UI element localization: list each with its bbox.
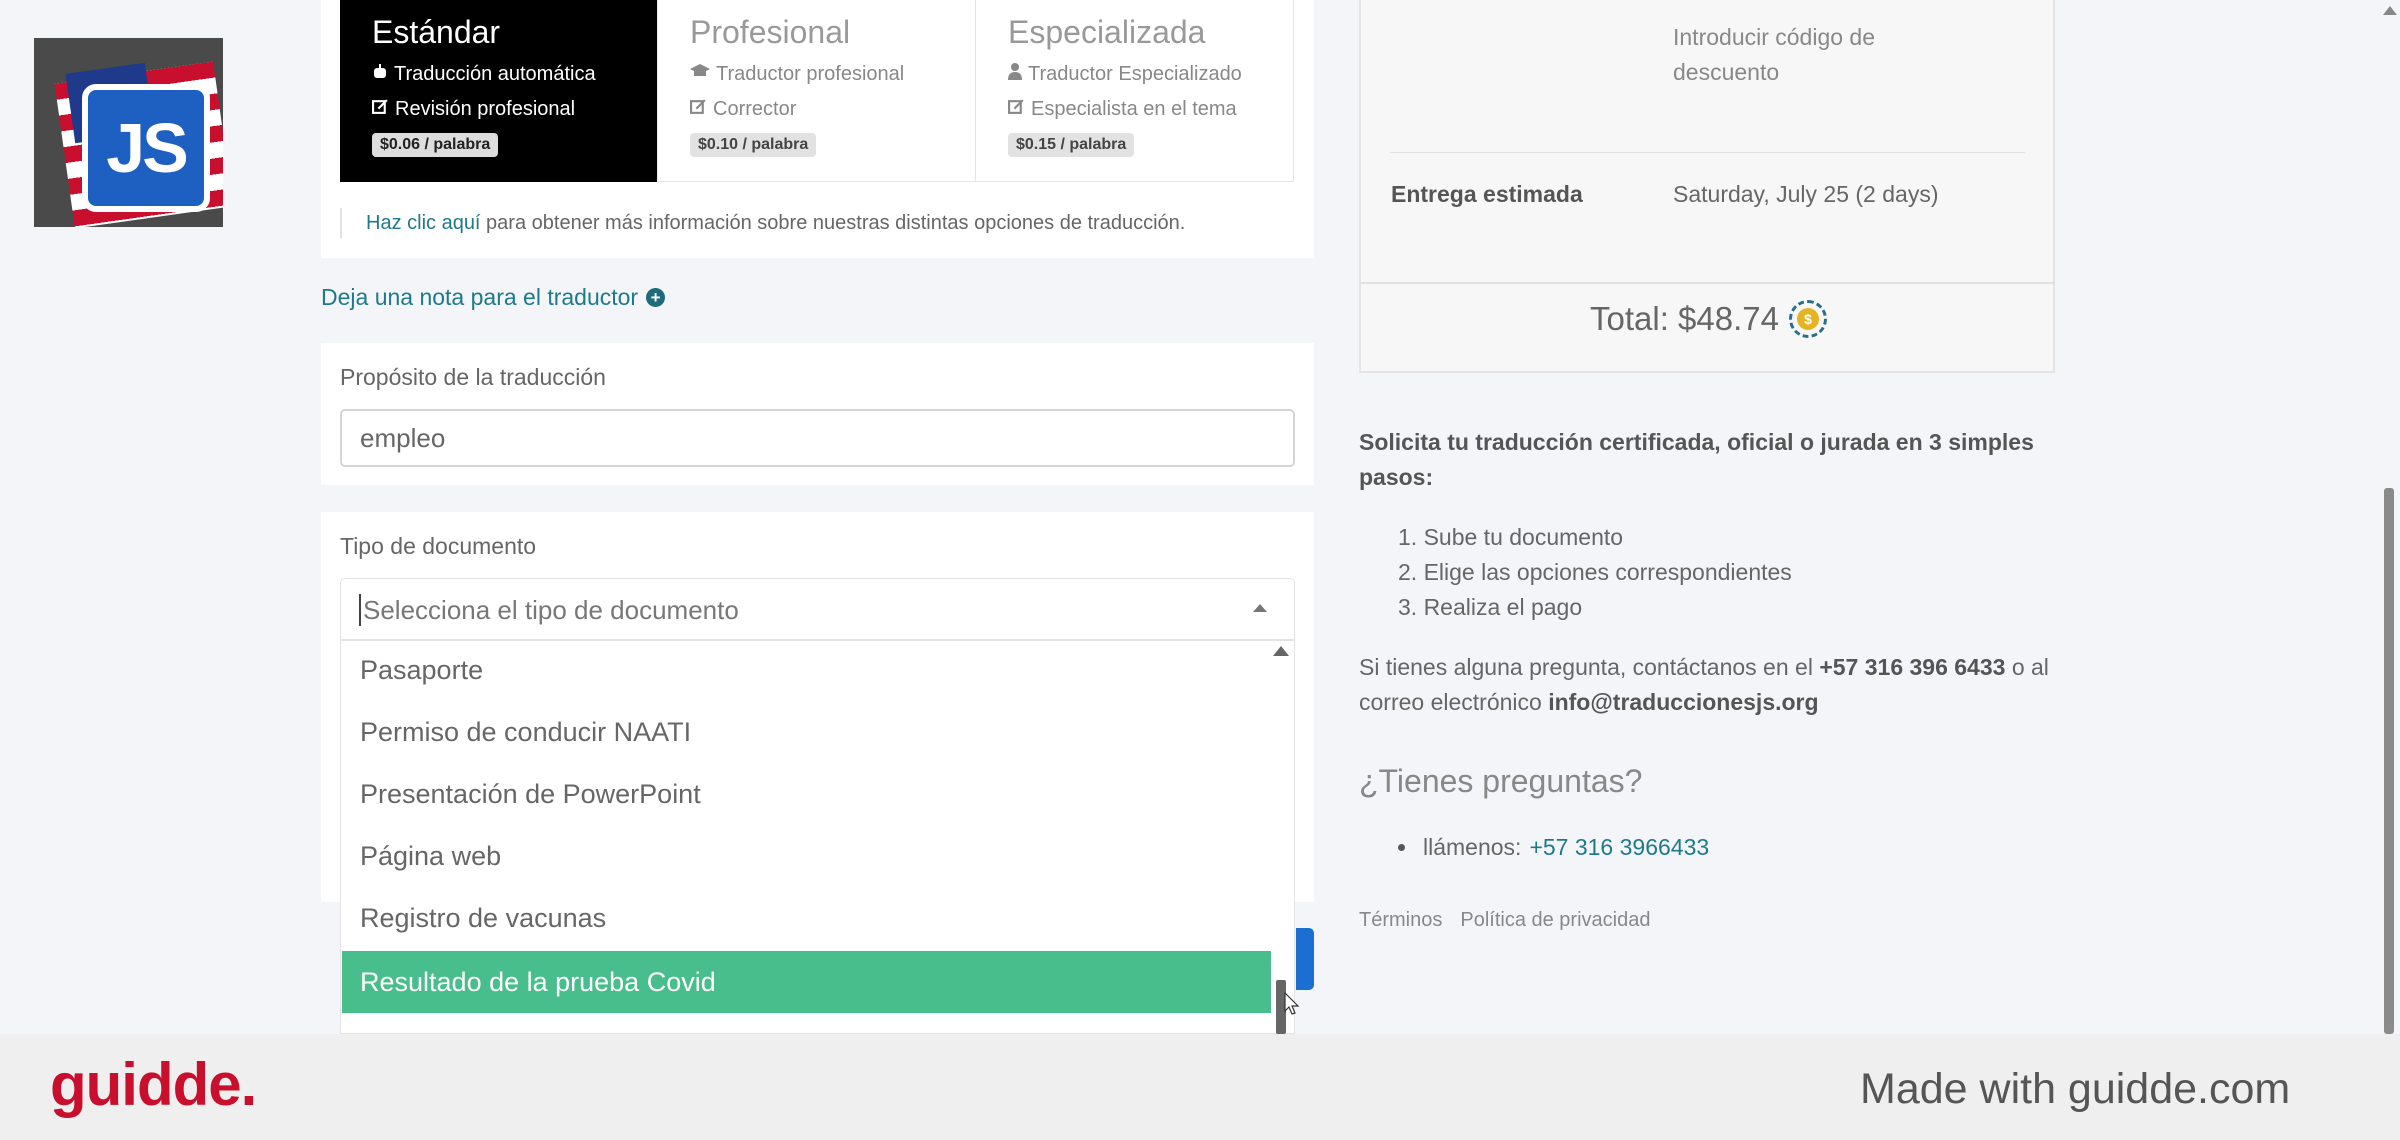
submit-button[interactable]	[1296, 928, 1314, 990]
made-with-guidde-text: Made with guidde.com	[1860, 1065, 2291, 1113]
contact-phone: +57 316 396 6433	[1819, 654, 2006, 680]
logo-text: JS	[82, 84, 210, 212]
tier-profesional[interactable]: Profesional Traductor profesional Correc…	[658, 0, 975, 182]
mouse-cursor-icon	[1284, 992, 1300, 1015]
step-item: 2. Elige las opciones correspondientes	[1398, 559, 1792, 585]
graduation-cap-icon	[690, 63, 710, 86]
tier-price-badge: $0.15 / palabra	[1008, 133, 1135, 157]
delivery-label: Entrega estimada	[1391, 181, 1583, 207]
document-type-search-input[interactable]: Selecciona el tipo de documento	[359, 594, 739, 626]
tier-feature: Corrector	[713, 98, 797, 120]
edit-icon	[372, 98, 389, 121]
step-item: 1. Sube tu documento	[1398, 524, 1624, 550]
plus-circle-icon: +	[646, 288, 666, 307]
edit-icon	[1008, 98, 1025, 121]
document-type-label: Tipo de documento	[340, 533, 537, 559]
steps-list: 1. Sube tu documento 2. Elige las opcion…	[1398, 520, 1792, 625]
contact-email: info@traduccionesjs.org	[1548, 689, 1819, 715]
user-tie-icon	[1008, 63, 1022, 86]
steps-title: Solicita tu traducción certificada, ofic…	[1359, 429, 2034, 490]
tier-feature: Traducción automática	[394, 63, 596, 85]
info-rest-text: para obtener más información sobre nuest…	[480, 212, 1186, 234]
dropdown-option[interactable]: Registro de vacunas	[342, 887, 1271, 949]
tier-price-badge: $0.06 / palabra	[372, 133, 499, 157]
contact-text: Si tienes alguna pregunta, contáctanos e…	[1359, 654, 1820, 680]
page-scrollbar-thumb[interactable]	[2384, 488, 2394, 1034]
more-info-link[interactable]: Haz clic aquí	[366, 212, 481, 234]
tier-price-badge: $0.10 / palabra	[690, 133, 817, 157]
bullet	[1398, 844, 1405, 851]
tier-estandar[interactable]: Estándar Traducción automática Revisión …	[340, 0, 657, 182]
edit-icon	[690, 98, 707, 121]
add-note-label: Deja una nota para el traductor	[321, 284, 639, 310]
step-item: 3. Realiza el pago	[1398, 594, 1583, 620]
privacy-link[interactable]: Política de privacidad	[1460, 909, 1650, 932]
tier-feature: Revisión profesional	[395, 98, 576, 120]
company-logo[interactable]: JS	[34, 38, 223, 227]
robot-icon	[372, 63, 388, 86]
divider	[657, 0, 658, 182]
total-text: Total: $48.74	[1590, 300, 1779, 337]
dropdown-option[interactable]: Permiso de conducir NAATI	[342, 701, 1271, 763]
discount-code-input[interactable]: Introducir código de descuento	[1673, 20, 1953, 90]
page-scroll-up-icon[interactable]	[2383, 6, 2397, 15]
tier-especializada[interactable]: Especializada Traductor Especializado Es…	[976, 0, 1294, 182]
faq-call-item: llámenos: +57 316 3966433	[1398, 834, 1709, 861]
terms-link[interactable]: Términos	[1359, 909, 1442, 932]
divider	[1359, 282, 2055, 284]
guidde-logo: guidde.	[50, 1051, 257, 1118]
tier-feature: Traductor profesional	[716, 63, 905, 85]
faq-title: ¿Tienes preguntas?	[1359, 763, 1643, 799]
faq-call-label: llámenos:	[1423, 834, 1522, 860]
purpose-input[interactable]: empleo	[340, 409, 1295, 467]
divider	[975, 0, 976, 182]
coin-icon[interactable]: $	[1788, 300, 1827, 338]
tier-feature: Especialista en el tema	[1031, 98, 1237, 120]
order-total: Total: $48.74 $	[1590, 300, 1827, 338]
contact-info: Si tienes alguna pregunta, contáctanos e…	[1359, 650, 2049, 720]
faq-phone-link[interactable]: +57 316 3966433	[1529, 834, 1709, 861]
delivery-value: Saturday, July 25 (2 days)	[1673, 181, 1939, 207]
tier-name: Estándar	[372, 14, 501, 50]
tiers-info-text: Haz clic aquí para obtener más informaci…	[340, 208, 1185, 238]
tier-feature: Traductor Especializado	[1028, 63, 1242, 85]
purpose-label: Propósito de la traducción	[340, 364, 606, 390]
dropdown-scroll-up-icon[interactable]	[1273, 646, 1289, 656]
dropdown-option[interactable]: Página web	[342, 825, 1271, 887]
dropdown-option[interactable]: Pasaporte	[342, 641, 1271, 701]
dropdown-option[interactable]: Presentación de PowerPoint	[342, 763, 1271, 825]
add-note-link[interactable]: Deja una nota para el traductor +	[321, 284, 666, 311]
tier-name: Especializada	[1008, 14, 1206, 50]
footer-links: Términos Política de privacidad	[1359, 909, 1650, 932]
divider	[1390, 152, 2025, 153]
tier-name: Profesional	[690, 14, 851, 50]
caret-up-icon[interactable]	[1253, 604, 1267, 612]
document-type-dropdown: Pasaporte Permiso de conducir NAATI Pres…	[340, 640, 1295, 1034]
dropdown-option-highlighted[interactable]: Resultado de la prueba Covid	[342, 951, 1271, 1013]
